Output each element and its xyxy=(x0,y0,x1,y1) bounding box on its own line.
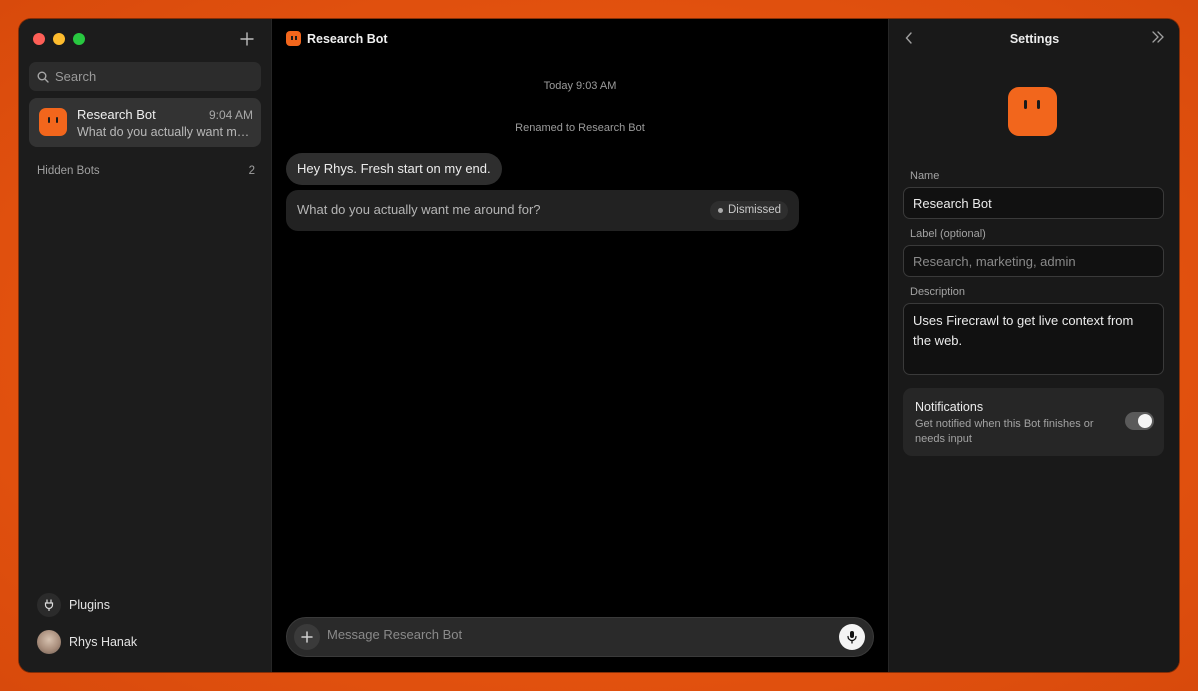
plugins-label: Plugins xyxy=(69,598,110,612)
hidden-bots-section[interactable]: Hidden Bots 2 xyxy=(37,165,255,177)
message-input[interactable] xyxy=(327,627,807,642)
label-field[interactable] xyxy=(903,245,1164,277)
message-bubble: Hey Rhys. Fresh start on my end. xyxy=(286,153,502,185)
status-label: Dismissed xyxy=(727,204,781,216)
bot-avatar-small xyxy=(286,31,301,46)
settings-panel: Settings Name Label (optional) Descripti… xyxy=(888,19,1179,672)
app-window: Research Bot 9:04 AM What do you actuall… xyxy=(19,19,1179,672)
user-profile[interactable]: Rhys Hanak xyxy=(37,630,137,654)
notifications-description: Get notified when this Bot finishes or n… xyxy=(915,418,1094,445)
label-label: Label (optional) xyxy=(910,228,986,240)
chat-header: Research Bot xyxy=(286,31,388,46)
sidebar: Research Bot 9:04 AM What do you actuall… xyxy=(19,19,272,672)
microphone-icon xyxy=(847,631,857,644)
plugins-button[interactable]: Plugins xyxy=(37,593,110,617)
microphone-button[interactable] xyxy=(839,624,865,650)
chat-panel: Research Bot Today 9:03 AM Renamed to Re… xyxy=(272,19,888,672)
bot-avatar-large[interactable] xyxy=(1008,87,1057,136)
search-input[interactable] xyxy=(55,69,245,84)
attach-button[interactable] xyxy=(294,624,320,650)
chat-title: Research Bot xyxy=(307,31,388,46)
search-box[interactable] xyxy=(29,62,261,91)
message-composer xyxy=(286,617,874,657)
name-label: Name xyxy=(910,170,940,182)
status-badge: Dismissed xyxy=(709,201,788,220)
user-name: Rhys Hanak xyxy=(69,635,138,649)
bot-name: Research Bot xyxy=(77,107,156,122)
system-note: Renamed to Research Bot xyxy=(515,122,645,134)
bot-time: 9:04 AM xyxy=(208,108,253,122)
date-stamp: Today 9:03 AM xyxy=(543,80,617,92)
settings-title: Settings xyxy=(1009,32,1060,46)
plus-icon xyxy=(240,32,254,46)
minimize-window-button[interactable] xyxy=(53,33,65,45)
new-bot-button[interactable] xyxy=(237,29,257,49)
plus-icon xyxy=(301,631,313,643)
double-chevron-right-icon xyxy=(1152,31,1164,43)
description-field[interactable]: Uses Firecrawl to get live context from … xyxy=(903,303,1164,375)
zoom-window-button[interactable] xyxy=(73,33,85,45)
message-text: What do you actually want me around for? xyxy=(297,202,541,217)
message-bubble-dismissed: What do you actually want me around for?… xyxy=(286,190,799,231)
toggle-knob xyxy=(1138,414,1152,428)
description-label: Description xyxy=(910,286,966,298)
hidden-bots-count: 2 xyxy=(248,165,255,177)
hidden-bots-label: Hidden Bots xyxy=(37,165,100,177)
notifications-title: Notifications xyxy=(915,400,984,414)
window-controls xyxy=(33,33,85,45)
name-field[interactable] xyxy=(903,187,1164,219)
plug-icon xyxy=(37,593,61,617)
bot-avatar xyxy=(39,108,67,136)
notifications-card: Notifications Get notified when this Bot… xyxy=(903,388,1164,456)
bot-list-item[interactable]: Research Bot 9:04 AM What do you actuall… xyxy=(29,98,261,147)
close-window-button[interactable] xyxy=(33,33,45,45)
notifications-toggle[interactable] xyxy=(1125,412,1154,430)
dot-icon xyxy=(717,208,723,213)
search-icon xyxy=(37,71,49,83)
collapse-panel-button[interactable] xyxy=(1151,30,1165,46)
avatar xyxy=(37,630,61,654)
bot-preview: What do you actually want me around for? xyxy=(77,125,255,139)
